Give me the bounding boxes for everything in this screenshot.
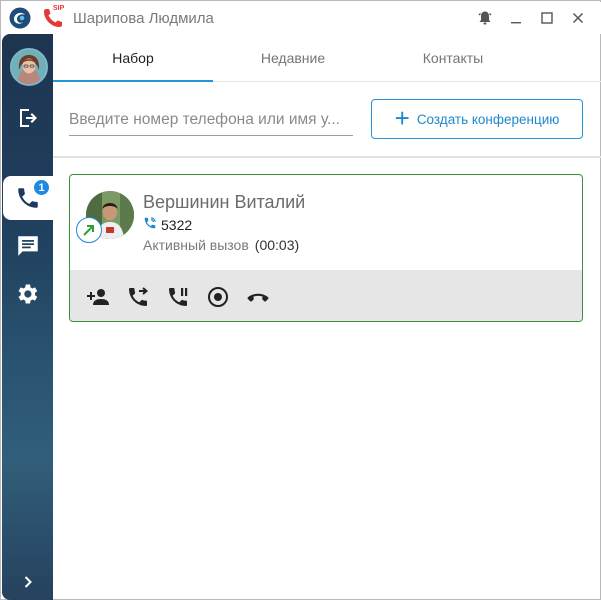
tab-recent[interactable]: Недавние [213, 34, 373, 81]
call-status: Активный вызов [143, 237, 249, 253]
app-window: SIP Шарипова Людмила 1 Набор Недавние Ко… [0, 0, 601, 600]
sip-phone-icon: SIP [41, 5, 65, 30]
logout-icon[interactable] [2, 98, 53, 138]
create-conference-button[interactable]: + Создать конференцию [371, 99, 583, 139]
plus-icon: + [394, 102, 410, 133]
close-icon[interactable] [562, 6, 593, 30]
minimize-icon[interactable] [500, 6, 531, 30]
settings-icon[interactable] [2, 274, 53, 314]
app-logo-icon [9, 7, 31, 29]
phone-icon[interactable]: 1 [3, 176, 53, 220]
tab-contacts[interactable]: Контакты [373, 34, 533, 81]
active-call-card: Вершинин Виталий 5322 Активный вызов (00:… [69, 174, 583, 322]
call-status-row: Активный вызов (00:03) [143, 237, 299, 253]
tab-bar: Набор Недавние Контакты [53, 34, 601, 82]
call-actions-bar [70, 270, 582, 321]
add-participant-icon[interactable] [78, 277, 118, 317]
divider [53, 156, 601, 158]
hangup-icon[interactable] [238, 277, 278, 317]
hold-icon[interactable] [158, 277, 198, 317]
window-title: Шарипова Людмила [73, 9, 214, 27]
outgoing-call-icon [76, 217, 102, 243]
transfer-icon[interactable] [118, 277, 158, 317]
tab-dial[interactable]: Набор [53, 34, 213, 82]
caller-number-row: 5322 [143, 216, 192, 233]
call-duration: (00:03) [254, 237, 300, 253]
bell-icon[interactable] [469, 6, 500, 30]
caller-number: 5322 [161, 216, 193, 233]
avatar[interactable] [10, 48, 48, 86]
call-badge: 1 [32, 178, 51, 197]
chat-icon[interactable] [2, 226, 53, 266]
title-bar: SIP Шарипова Людмила [2, 2, 601, 34]
caller-name: Вершинин Виталий [143, 192, 306, 212]
phone-ringing-icon [143, 216, 157, 233]
search-field [69, 106, 353, 136]
expand-icon[interactable] [2, 562, 53, 600]
sidebar: 1 [2, 34, 53, 600]
create-conference-label: Создать конференцию [416, 111, 560, 127]
window-controls [469, 6, 593, 30]
search-input[interactable] [69, 106, 353, 134]
maximize-icon[interactable] [531, 6, 562, 30]
record-icon[interactable] [198, 277, 238, 317]
sip-label: SIP [53, 5, 65, 12]
